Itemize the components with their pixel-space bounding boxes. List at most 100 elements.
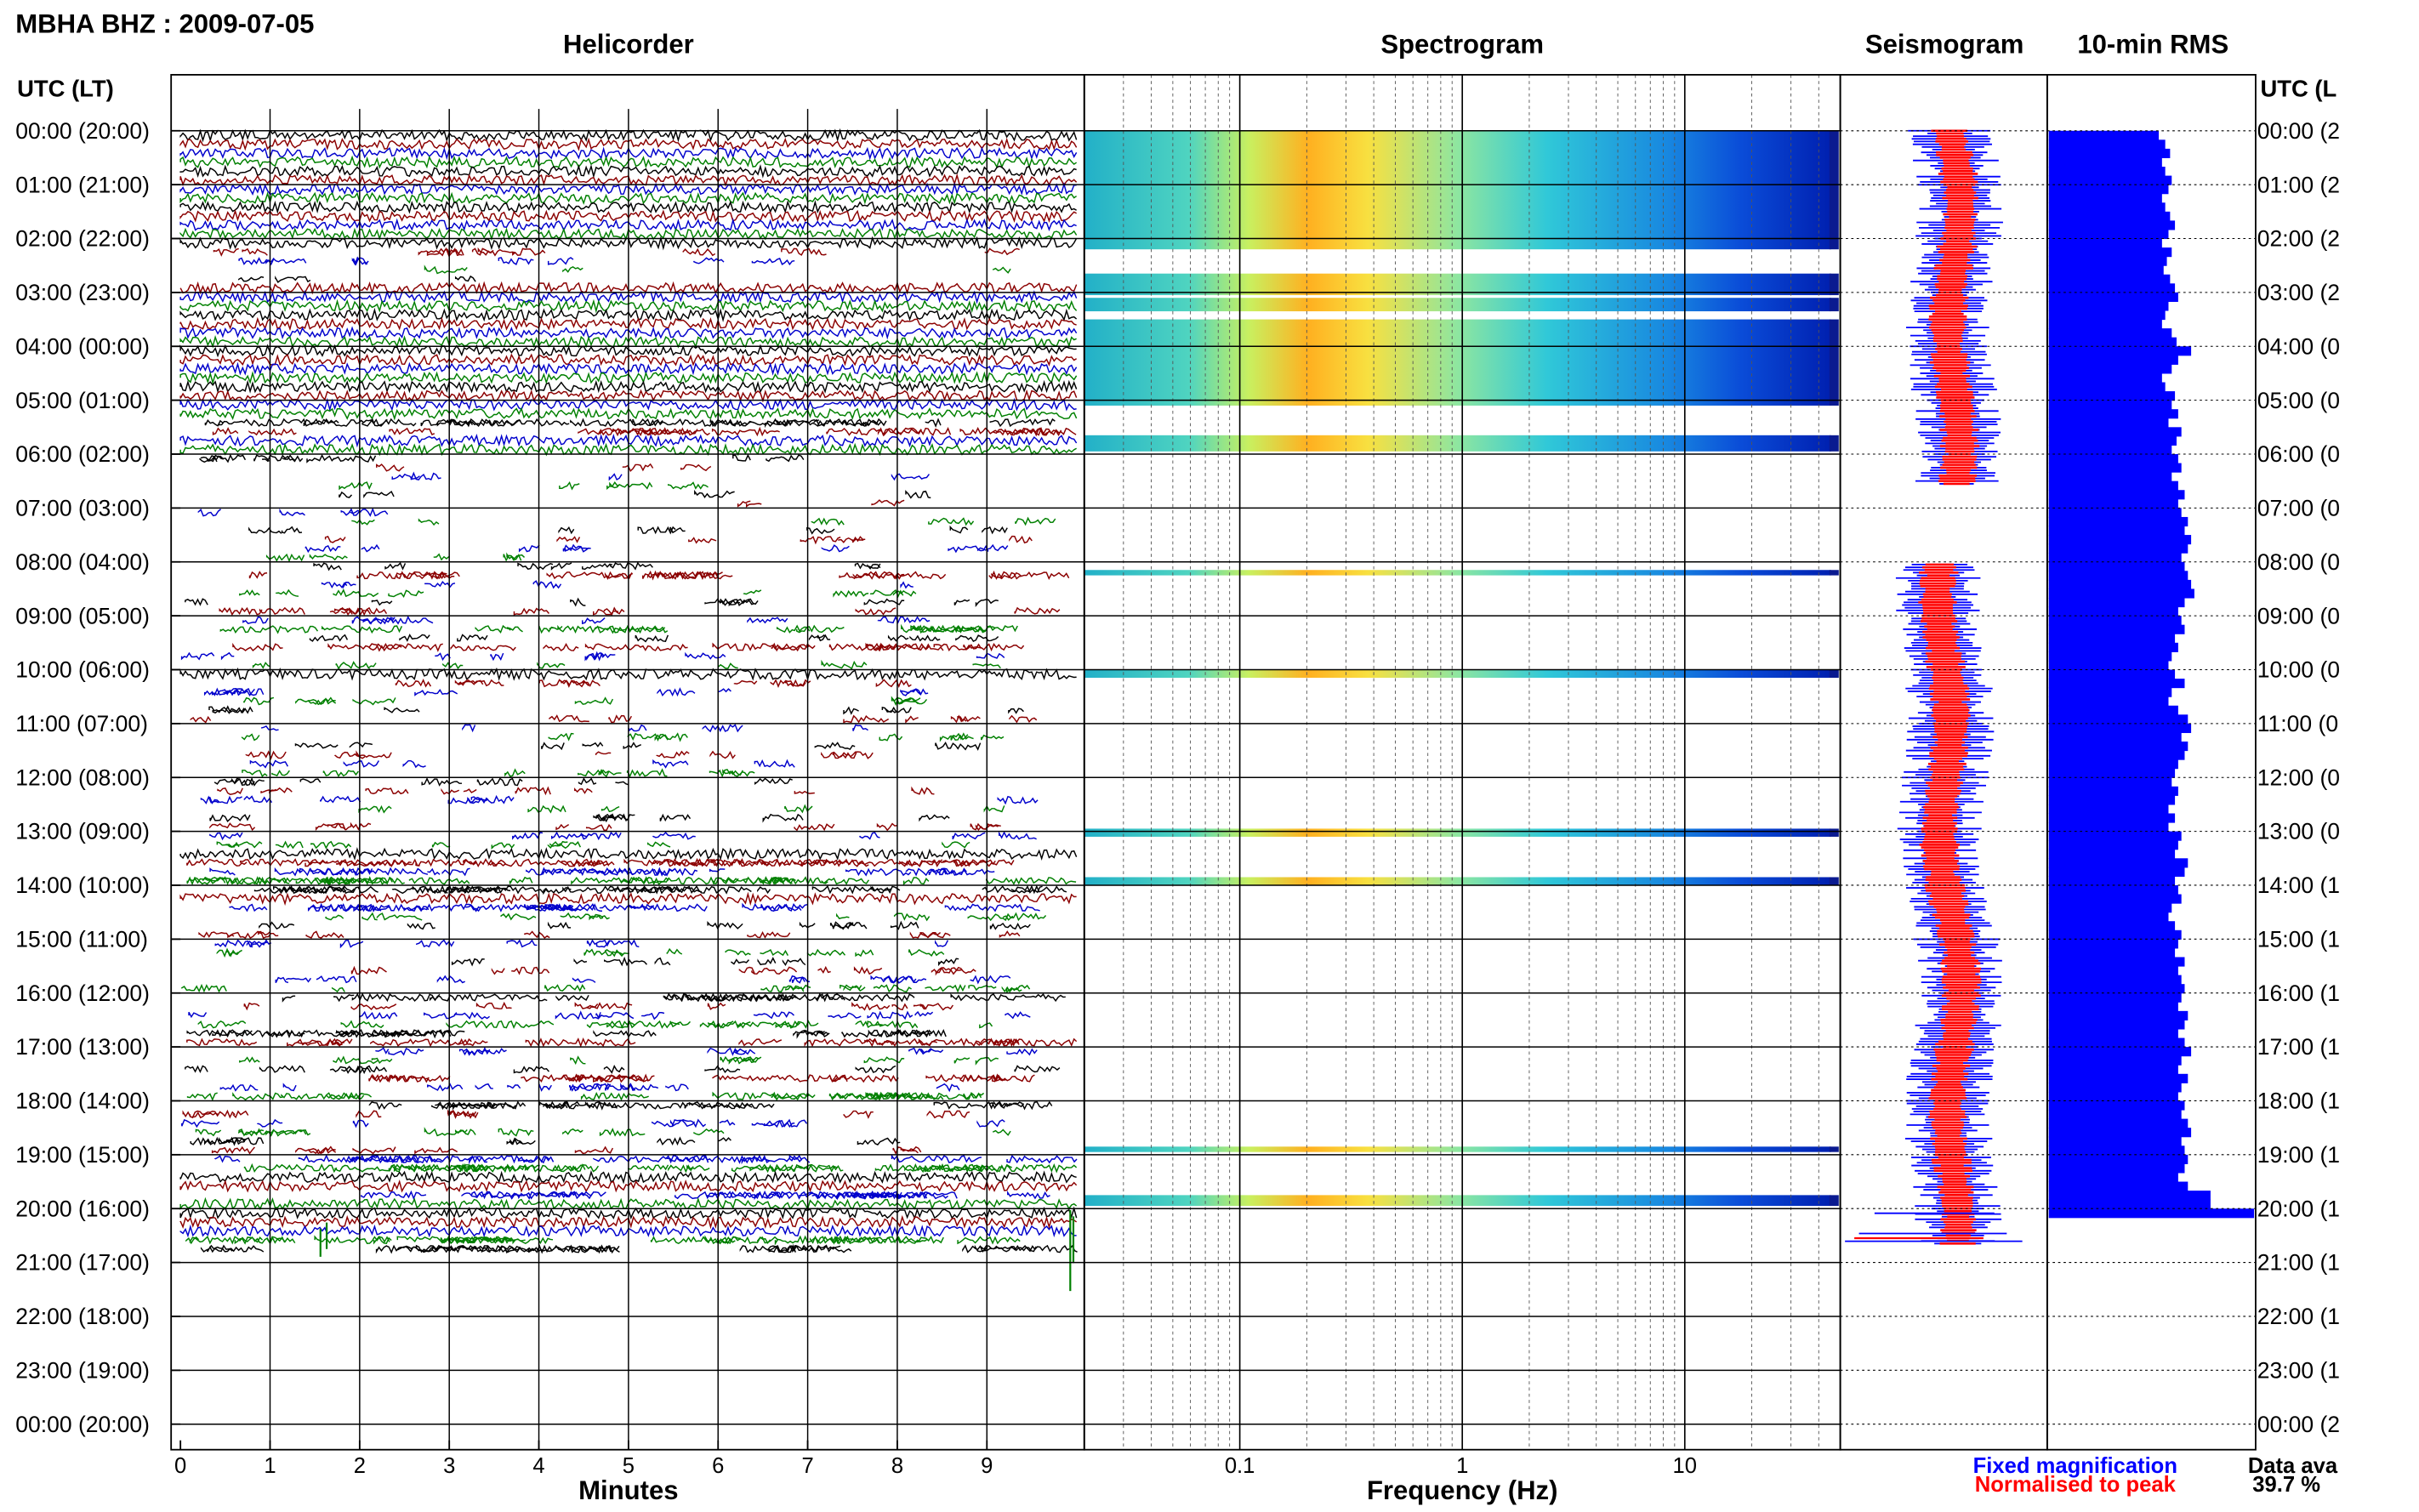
figure-root: MBHA BHZ : 2009-07-05 Helicorder Spectro… [0,0,2419,1512]
time-tick-label-left: 18:00 (14:00) [15,1089,150,1114]
rms-bar [2048,714,2188,725]
rms-bar [2048,903,2172,913]
rms-bar [2048,480,2178,491]
helicorder-trace [190,714,1038,724]
rms-bar [2048,265,2164,276]
time-axis-label-right: UTC (L [2260,76,2336,102]
rms-bar [2048,1128,2192,1138]
helicorder-trace [282,992,1066,1003]
helicorder-trace [368,1100,1053,1111]
helicorder-trace [185,1235,1021,1246]
helicorder-trace [186,876,1077,886]
time-tick-label-left: 17:00 (13:00) [15,1034,150,1060]
rms-bar [2048,831,2182,841]
rms-bar [2048,346,2192,356]
rms-bar [2048,723,2192,733]
rms-bar [2048,498,2178,509]
time-tick-label-right: 11:00 (0 [2257,711,2338,736]
time-tick-label-right: 23:00 (1 [2257,1357,2340,1383]
rms-bar [2048,274,2171,284]
time-tick-label-right: 08:00 (0 [2257,549,2340,575]
time-tick-label-right: 20:00 (1 [2257,1196,2340,1221]
rms-bar [2048,382,2166,392]
minutes-tick-label: 3 [443,1454,455,1478]
frequency-tick-label: 1 [1456,1454,1468,1478]
helicorder-trace [209,831,1037,841]
helicorder-trace [180,983,1031,993]
spectrogram-band-edge [1829,669,1839,678]
helicorder-trace [186,1037,1078,1048]
helicorder-trace [214,1154,1078,1165]
helicorder-trace [209,821,1001,832]
rms-bar [2048,472,2172,482]
spectrogram-band-edge [1829,828,1839,837]
helicorder-trace [216,947,945,958]
helicorder-trace [213,247,1020,257]
time-tick-label-left: 02:00 (22:00) [15,226,150,252]
helicorder-trace [245,750,874,760]
rms-bar [2048,777,2172,787]
time-tick-label-right: 07:00 (0 [2257,496,2340,521]
seismogram-panel [1845,129,2023,1245]
rms-bar [2048,571,2188,581]
rms-bar [2048,409,2178,419]
rms-bar [2048,148,2171,159]
rms-bar [2048,202,2166,213]
rms-bar [2048,606,2178,617]
rms-bar [2048,840,2178,850]
rms-bar [2048,984,2185,994]
helicorder-trace [368,1073,1035,1083]
helicorder-trace [180,651,1005,662]
time-tick-label-right: 06:00 (0 [2257,441,2340,467]
rms-bar [2048,175,2172,185]
helicorder-trace [200,1243,1078,1254]
time-tick-label-left: 12:00 (08:00) [15,765,150,790]
time-tick-label-left: 06:00 (02:00) [15,441,150,467]
time-tick-label-left: 23:00 (19:00) [15,1357,150,1383]
rms-bar [2048,687,2172,697]
rms-bar [2048,1010,2188,1020]
rms-bar [2048,579,2192,589]
minutes-tick-label: 1 [264,1454,276,1478]
time-tick-label-right: 10:00 (0 [2257,657,2340,683]
helicorder-trace [243,1001,954,1011]
figure-title: MBHA BHZ : 2009-07-05 [15,9,314,39]
time-tick-label-left: 16:00 (12:00) [15,981,150,1006]
rms-bar [2048,535,2192,545]
time-tick-label-right: 17:00 (1 [2257,1034,2340,1060]
rms-bar [2048,912,2169,922]
rms-bar [2048,139,2166,150]
minutes-tick-label: 2 [354,1454,366,1478]
rms-bar [2048,193,2162,203]
rms-bar [2048,283,2176,293]
minutes-tick-label: 6 [712,1454,724,1478]
spectrogram-band [1084,877,1831,885]
time-tick-label-left: 03:00 (23:00) [15,280,150,305]
helicorder-trace [186,1091,985,1101]
time-tick-label-left: 04:00 (00:00) [15,333,150,359]
rms-bar [2048,435,2177,446]
helicorder-trace [321,580,914,589]
helicorder-trace [294,741,982,751]
rms-bar [2048,822,2169,833]
time-tick-label-right: 15:00 (1 [2257,927,2340,952]
time-tick-label-right: 00:00 (2 [2257,118,2340,144]
rms-bar [2048,238,2162,248]
time-tick-label-right: 19:00 (1 [2257,1142,2340,1168]
helicorder-trace [204,418,1056,429]
spectrogram-band-edge [1829,298,1839,312]
spectrogram-band-edge [1829,877,1839,885]
time-tick-label-left: 15:00 (11:00) [15,927,148,952]
rms-bar [2048,768,2176,778]
helicorder-trace [376,463,712,472]
helicorder-trace [260,724,868,733]
minutes-tick-label: 9 [981,1454,993,1478]
time-tick-label-right: 13:00 (0 [2257,819,2340,844]
helicorder-trace [216,840,970,850]
rms-bar [2048,418,2169,428]
rms-bar [2048,167,2166,177]
rms-bar [2048,1208,2255,1219]
helicorder-trace [238,256,795,266]
rms-bar [2048,1065,2178,1075]
time-tick-label-left: 20:00 (16:00) [15,1196,150,1221]
